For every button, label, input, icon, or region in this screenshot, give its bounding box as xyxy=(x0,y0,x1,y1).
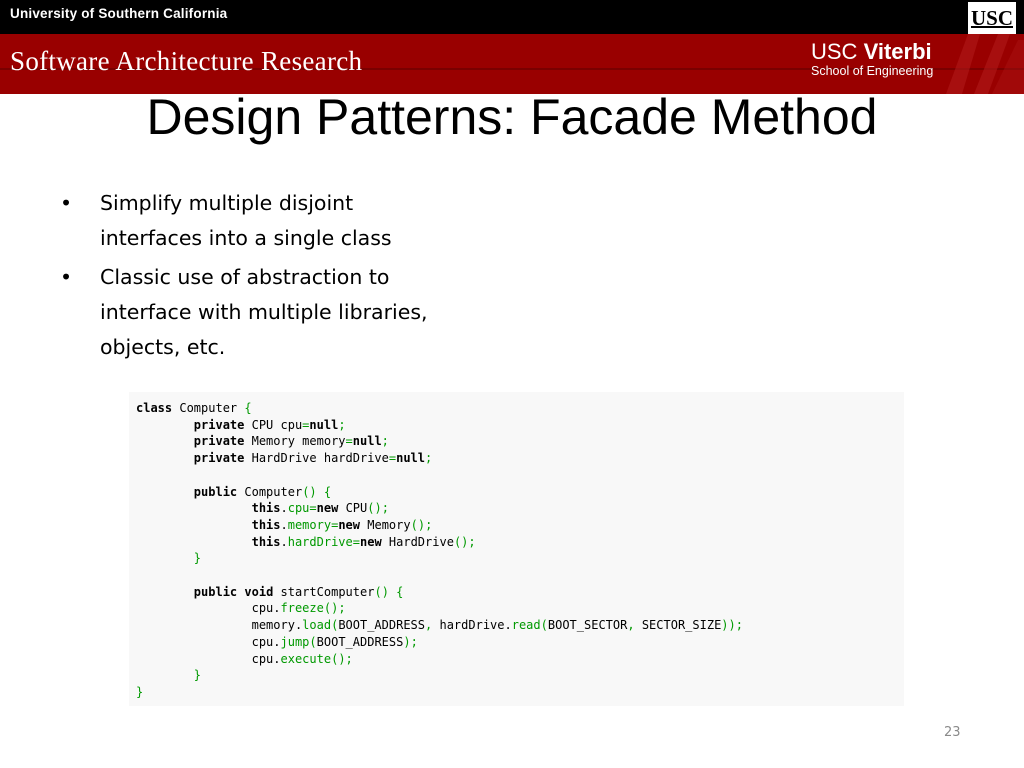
viterbi-logo: USC Viterbi School of Engineering xyxy=(811,39,934,79)
code-line: public void startComputer() { xyxy=(193,584,404,599)
code-line: class Computer { xyxy=(136,401,252,415)
code-line: cpu.jump(BOOT_ADDRESS); xyxy=(136,634,418,649)
code-line: public Computer() { xyxy=(193,484,332,499)
code-block: class Computer { private CPU cpu=null; p… xyxy=(129,392,904,701)
code-line: } xyxy=(136,684,144,699)
code-line: } xyxy=(193,668,202,683)
bullet-list: • Simplify multiple disjoint interfaces i… xyxy=(60,186,460,369)
bullet-icon: • xyxy=(60,191,73,215)
page-number: 23 xyxy=(944,725,961,740)
bullet-text: Simplify multiple disjoint interfaces in… xyxy=(100,191,392,250)
university-name: University of Southern California xyxy=(10,6,228,21)
usc-logo: USC xyxy=(968,2,1016,34)
code-line: cpu.freeze(); xyxy=(136,601,346,616)
viterbi-line1: USC Viterbi xyxy=(811,39,932,64)
code-line: private HardDrive hardDrive=null; xyxy=(193,451,433,466)
code-line: this.hardDrive=new HardDrive(); xyxy=(251,534,476,549)
code-line: memory.load(BOOT_ADDRESS, hardDrive.read… xyxy=(136,618,743,633)
bullet-item: • Simplify multiple disjoint interfaces i… xyxy=(60,186,460,256)
code-snippet: class Computer { private CPU cpu=null; p… xyxy=(129,392,904,706)
slide-title: Design Patterns: Facade Method xyxy=(146,89,878,145)
code-line: cpu.execute(); xyxy=(136,651,353,666)
bullet-item: • Classic use of abstraction to interface… xyxy=(60,260,460,365)
code-line: } xyxy=(193,551,202,566)
usc-logo-text: USC xyxy=(970,5,1013,30)
code-line: private CPU cpu=null; xyxy=(193,417,346,432)
code-line: this.cpu=new CPU(); xyxy=(251,501,389,516)
code-line: this.memory=new Memory(); xyxy=(251,517,433,532)
code-line: private Memory memory=null; xyxy=(193,434,389,449)
top-bar: University of Southern California USC xyxy=(0,0,1024,34)
viterbi-line2: School of Engineering xyxy=(811,64,934,78)
bullet-icon: • xyxy=(60,265,73,289)
lab-name: Software Architecture Research xyxy=(10,46,363,76)
bullet-text: Classic use of abstraction to interface … xyxy=(100,265,428,359)
